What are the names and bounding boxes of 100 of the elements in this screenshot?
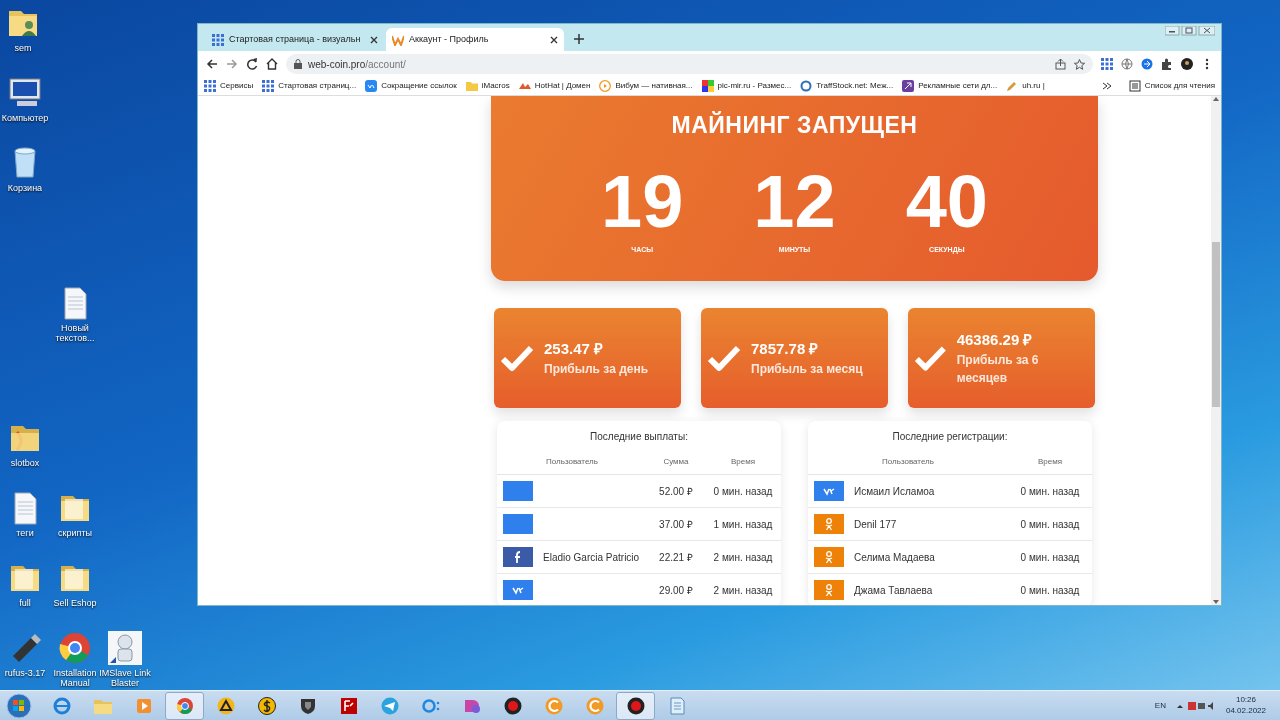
address-bar[interactable]: web-coin.pro/account/ bbox=[286, 54, 1093, 74]
desktop-icon-label[interactable]: sem bbox=[0, 43, 53, 54]
counter-value: 19 bbox=[601, 164, 684, 239]
extension-icon[interactable] bbox=[1141, 58, 1153, 70]
table-cell-text: 0 мин. назад bbox=[1019, 550, 1081, 565]
grid-icon[interactable] bbox=[262, 80, 275, 92]
record-icon bbox=[502, 695, 523, 716]
counter-value: 12 bbox=[753, 164, 836, 239]
table-cell-text: 0 мин. назад bbox=[1019, 583, 1081, 598]
taskbar-button[interactable] bbox=[616, 691, 655, 720]
desktop-icon-label[interactable]: slotbox bbox=[0, 458, 55, 469]
table-cell-text: Селима Мадаева bbox=[853, 550, 936, 565]
table-cell-text: 52.00 ₽ bbox=[658, 484, 694, 499]
chrome-icon bbox=[57, 630, 93, 666]
globe-icon[interactable] bbox=[1121, 58, 1133, 70]
check-icon bbox=[500, 344, 534, 372]
bookmark-link[interactable]: Сервисы bbox=[220, 80, 254, 92]
copper-icon bbox=[543, 695, 564, 716]
stat-amount: 7857.78 ₽ bbox=[751, 338, 820, 359]
scroll-down-icon[interactable] bbox=[1212, 599, 1220, 605]
site-icon[interactable] bbox=[701, 80, 714, 92]
bookmark-link[interactable]: TraffStock.net: Меж... bbox=[816, 80, 894, 92]
odnoklassniki-icon bbox=[814, 514, 844, 534]
check-icon bbox=[914, 344, 947, 372]
bookmark-link[interactable]: pic-mir.ru - Размес... bbox=[717, 80, 792, 92]
star-icon[interactable] bbox=[1074, 58, 1085, 70]
desktop-icon-label[interactable]: IMSlave Link Blaster bbox=[95, 668, 155, 689]
record-icon bbox=[625, 695, 646, 716]
bookmark-link[interactable]: uh.ru | bbox=[1022, 80, 1045, 92]
filezilla-icon bbox=[338, 695, 359, 716]
bookmark-link[interactable]: Стартовая страниц... bbox=[278, 80, 357, 92]
stat-label: Прибыль за месяц bbox=[751, 361, 863, 379]
site-icon bbox=[392, 33, 404, 46]
language-indicator[interactable]: EN bbox=[1154, 699, 1166, 712]
arrow-icon[interactable] bbox=[902, 80, 915, 92]
plus-icon[interactable] bbox=[574, 34, 584, 44]
scroll-up-icon[interactable] bbox=[1212, 96, 1220, 102]
avatar-icon[interactable] bbox=[1181, 58, 1193, 70]
table-cell-text: 2 мин. назад bbox=[712, 583, 774, 598]
table-cell-text: 37.00 ₽ bbox=[658, 517, 694, 532]
desktop-icon-label[interactable]: Корзина bbox=[0, 183, 55, 194]
counter-value: 40 bbox=[905, 164, 988, 239]
facebook-icon bbox=[503, 547, 533, 567]
table-cell-text: 1 мин. назад bbox=[712, 517, 774, 532]
reading-list-icon[interactable] bbox=[1128, 80, 1141, 92]
stat-label: Прибыль за день bbox=[544, 361, 649, 379]
scrollbar-thumb[interactable] bbox=[1212, 242, 1220, 407]
start-button[interactable] bbox=[4, 691, 34, 720]
grid-icon[interactable] bbox=[1101, 58, 1113, 70]
column-header: Пользователь bbox=[881, 456, 935, 468]
table-title: Последние выплаты: bbox=[589, 430, 689, 444]
table-cell-text: 0 мин. назад bbox=[1019, 484, 1081, 499]
home-icon[interactable] bbox=[266, 58, 278, 70]
reading-list-link[interactable]: Список для чтения bbox=[1144, 80, 1215, 92]
desktop-icon-label[interactable]: rufus-3.17 bbox=[0, 668, 55, 679]
vk-icon bbox=[814, 481, 844, 501]
close-icon[interactable] bbox=[550, 35, 558, 44]
stat-amount: 253.47 ₽ bbox=[544, 338, 605, 359]
stat-amount: 46386.29 ₽ bbox=[956, 329, 1034, 350]
window-controls-icon[interactable] bbox=[1165, 26, 1215, 36]
vk-icon[interactable] bbox=[365, 80, 378, 92]
share-icon[interactable] bbox=[1055, 58, 1066, 70]
desktop-icon-label[interactable]: Компьютер bbox=[0, 113, 55, 124]
table-cell-text: Джама Тавлаева bbox=[853, 583, 934, 598]
check-icon bbox=[707, 344, 741, 372]
bookmark-link[interactable]: iMacros bbox=[481, 80, 510, 92]
grid-icon bbox=[212, 33, 224, 46]
apps-icon[interactable] bbox=[204, 80, 216, 92]
browser-tab[interactable]: Стартовая страница - визуальн bbox=[206, 28, 384, 51]
coin-icon bbox=[256, 695, 277, 716]
reload-icon[interactable] bbox=[246, 58, 258, 70]
ring-icon[interactable] bbox=[800, 80, 813, 92]
forward-icon[interactable] bbox=[226, 58, 238, 70]
chrome-icon bbox=[174, 695, 195, 716]
table-cell-text: 22.21 ₽ bbox=[658, 550, 694, 565]
bookmark-link[interactable]: Вибум — нативная... bbox=[615, 80, 693, 92]
close-icon[interactable] bbox=[370, 35, 378, 44]
stat-label: Прибыль за 6 месяцев bbox=[956, 352, 1040, 388]
bookmark-link[interactable]: HotHat | Домен bbox=[534, 80, 591, 92]
desktop-icon-label[interactable]: Новый текстов... bbox=[45, 323, 105, 344]
table-cell-text: 2 мин. назад bbox=[712, 550, 774, 565]
network-icon bbox=[503, 514, 533, 534]
column-header: Время bbox=[729, 456, 757, 468]
clock[interactable]: 10:26 04.02.2022 bbox=[1225, 694, 1266, 717]
tray-icons[interactable] bbox=[1175, 700, 1216, 711]
chevrons-icon[interactable] bbox=[1101, 81, 1112, 91]
bookmark-link[interactable]: Сокращение ссылок bbox=[381, 80, 457, 92]
bookmark-link[interactable]: Рекламные сети дл... bbox=[918, 80, 998, 92]
table-cell-text: 0 мин. назад bbox=[1019, 517, 1081, 532]
puzzle-icon[interactable] bbox=[1161, 58, 1173, 70]
back-icon[interactable] bbox=[206, 58, 218, 70]
copper-icon bbox=[584, 695, 605, 716]
pencil-icon[interactable] bbox=[1006, 80, 1019, 92]
telegram-icon bbox=[379, 695, 400, 716]
browser-tab[interactable]: Аккаунт - Профиль bbox=[386, 28, 564, 51]
table-title: Последние регистрации: bbox=[891, 430, 1009, 444]
odnoklassniki-icon bbox=[814, 580, 844, 600]
lock-icon bbox=[294, 59, 302, 69]
table-cell-text: Denil 177 bbox=[853, 517, 898, 532]
table-cell-text: 0 мин. назад bbox=[712, 484, 774, 499]
